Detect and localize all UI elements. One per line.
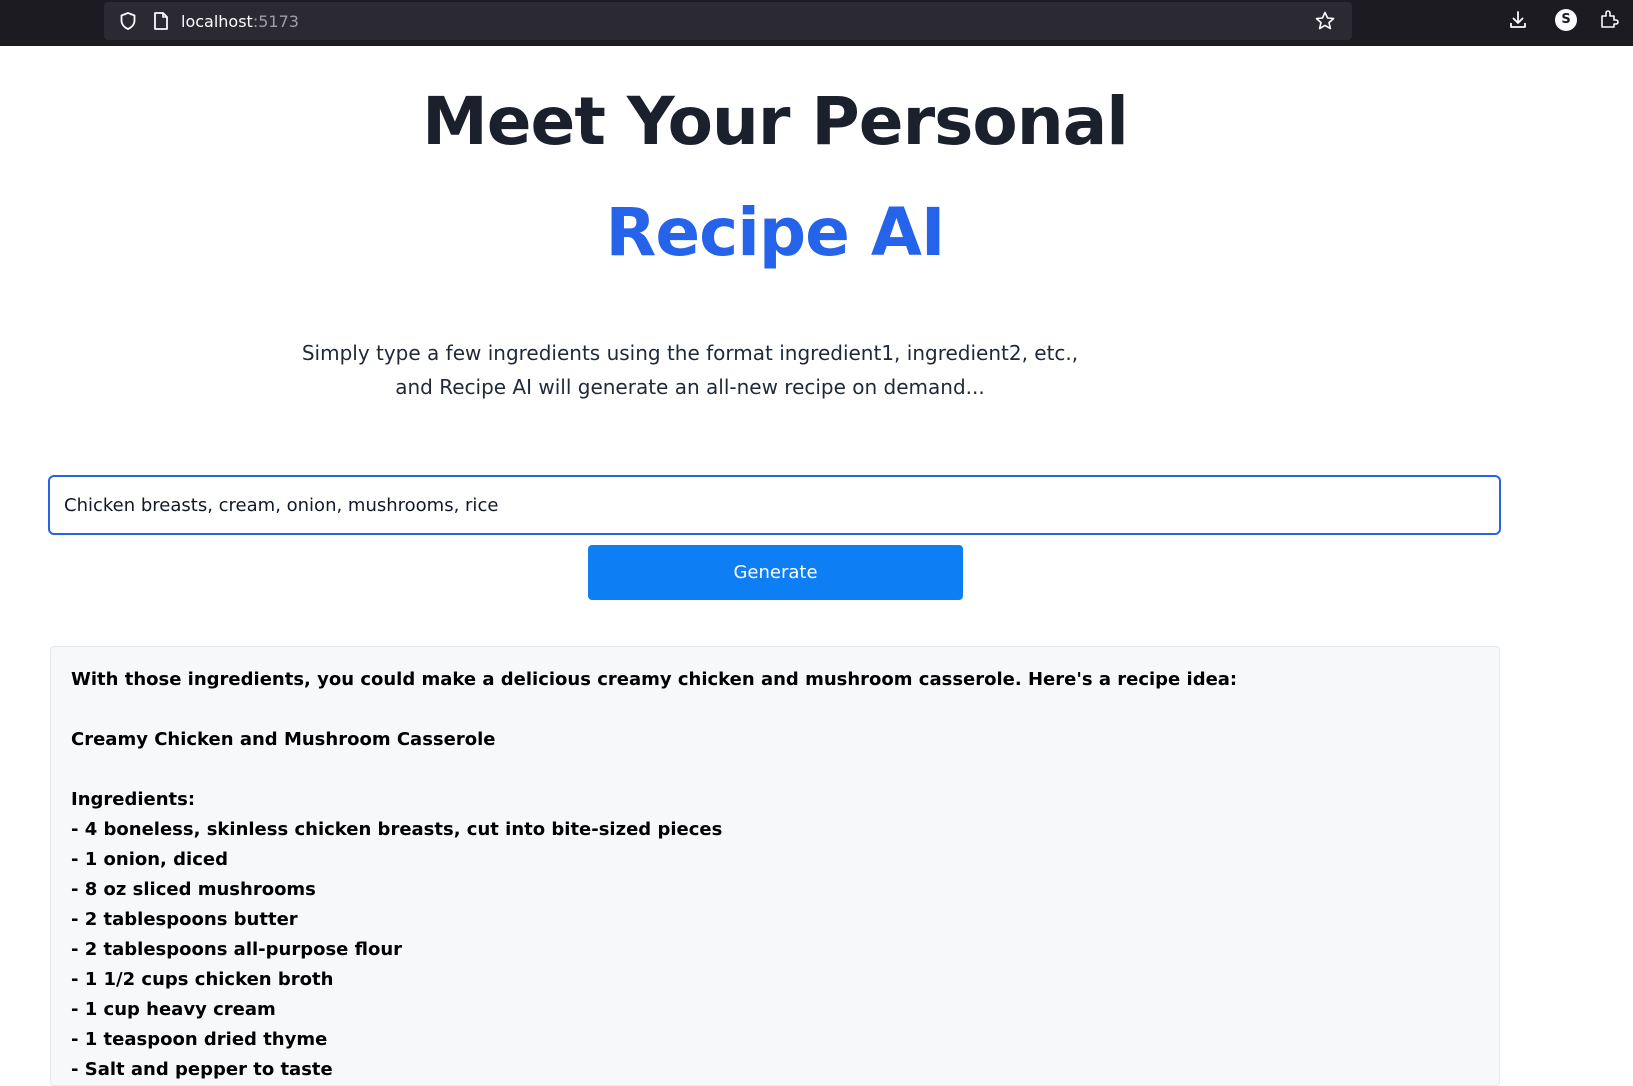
ingredients-heading: Ingredients:: [71, 789, 196, 810]
shield-icon[interactable]: [118, 11, 138, 31]
url-host: localhost: [181, 12, 253, 31]
ingredient-item: - 4 boneless, skinless chicken breasts, …: [71, 819, 723, 840]
ingredient-item: - 1 cup heavy cream: [71, 999, 276, 1020]
description-line: Simply type a few ingredients using the …: [301, 341, 1079, 365]
hero-title: Meet Your Personal: [422, 83, 1129, 160]
extensions-icon[interactable]: [1598, 8, 1620, 30]
ingredient-item: - 1 onion, diced: [71, 849, 228, 870]
account-icon[interactable]: S: [1555, 9, 1577, 31]
hero-subtitle: Recipe AI: [605, 194, 946, 271]
url-port: :5173: [252, 12, 299, 31]
recipe-response-panel: With those ingredients, you could make a…: [50, 646, 1500, 1086]
description-line: and Recipe AI will generate an all-new r…: [395, 375, 985, 399]
response-intro: With those ingredients, you could make a…: [71, 669, 1238, 690]
ingredient-item: - 1 teaspoon dried thyme: [71, 1029, 328, 1050]
url-text[interactable]: localhost:5173: [181, 12, 299, 32]
generate-button[interactable]: Generate: [588, 545, 963, 600]
star-icon[interactable]: [1314, 10, 1336, 32]
ingredient-item: - 8 oz sliced mushrooms: [71, 879, 316, 900]
browser-toolbar: localhost:5173 S: [0, 0, 1633, 46]
page-icon: [154, 12, 168, 30]
ingredient-item: - Salt and pepper to taste: [71, 1059, 333, 1080]
url-bar[interactable]: localhost:5173: [104, 2, 1352, 40]
description: Simply type a few ingredients using the …: [290, 336, 1090, 404]
recipe-title: Creamy Chicken and Mushroom Casserole: [71, 729, 496, 750]
ingredient-item: - 2 tablespoons all-purpose flour: [71, 939, 403, 960]
download-icon[interactable]: [1507, 9, 1529, 31]
ingredients-input[interactable]: [48, 475, 1501, 535]
ingredient-item: - 2 tablespoons butter: [71, 909, 298, 930]
ingredient-item: - 1 1/2 cups chicken broth: [71, 969, 334, 990]
